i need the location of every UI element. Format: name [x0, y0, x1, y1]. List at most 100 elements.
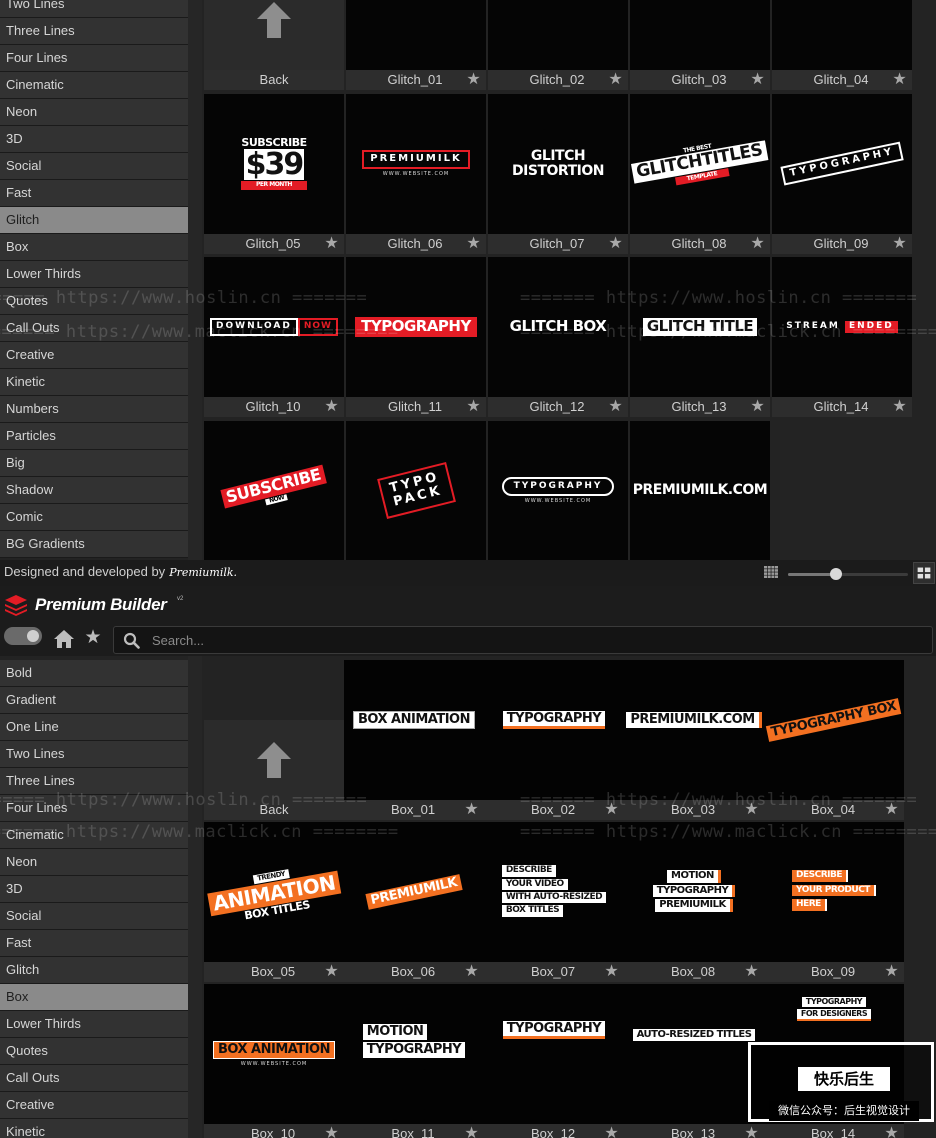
preset-thumbnail[interactable]: SUBSCRIBE $39 PER MONTH	[204, 93, 344, 234]
favorite-star-icon[interactable]: ★	[891, 235, 908, 252]
sidebar-item-two-lines[interactable]: Two Lines	[0, 741, 188, 768]
preset-tile[interactable]: AUTO-RESIZED TITLES Box_13 ★	[624, 984, 764, 1138]
favorite-star-icon[interactable]: ★	[465, 71, 482, 88]
preset-thumbnail[interactable]: TRENDY ANIMATION BOX TITLES	[204, 822, 344, 962]
mode-toggle[interactable]	[4, 627, 42, 645]
preset-thumbnail[interactable]: BOX ANIMATION	[344, 660, 484, 800]
sidebar-item-fast[interactable]: Fast	[0, 930, 188, 957]
preset-thumbnail[interactable]: TYPOGRAPHY	[484, 660, 624, 800]
preset-tile[interactable]: MOTION TYPOGRAPHY PREMIUMILK Box_08 ★	[624, 822, 764, 982]
preset-tile[interactable]: Glitch_04 ★	[772, 0, 912, 90]
large-grid-icon[interactable]	[913, 562, 935, 584]
preset-thumbnail[interactable]: PREMIUMILK WWW.WEBSITE.COM	[346, 93, 486, 234]
favorite-star-icon[interactable]: ★	[891, 398, 908, 415]
favorite-star-icon[interactable]: ★	[607, 71, 624, 88]
sidebar-item-3d[interactable]: 3D	[0, 876, 188, 903]
sidebar-item-cinematic[interactable]: Cinematic	[0, 822, 188, 849]
preset-thumbnail[interactable]: GLITCH DISTORTION	[488, 93, 628, 234]
sidebar-scrollbar-2[interactable]	[188, 656, 202, 1138]
sidebar-item-bold[interactable]: Bold	[0, 660, 188, 687]
zoom-slider-handle[interactable]	[830, 568, 842, 580]
preset-tile[interactable]: Glitch_01 ★	[346, 0, 486, 90]
preset-tile[interactable]: Glitch_02 ★	[488, 0, 628, 90]
preset-tile[interactable]: PREMIUMILK Box_06 ★	[344, 822, 484, 982]
favorite-star-icon[interactable]: ★	[749, 235, 766, 252]
preset-thumbnail[interactable]	[772, 0, 912, 70]
sidebar-item-lower-thirds[interactable]: Lower Thirds	[0, 1011, 188, 1038]
preset-thumbnail[interactable]: MOTION TYPOGRAPHY PREMIUMILK	[624, 822, 764, 962]
sidebar-item-fast[interactable]: Fast	[0, 180, 188, 207]
preset-tile[interactable]: TYPOGRAPHY BOX Box_04 ★	[764, 660, 904, 820]
sidebar-item-neon[interactable]: Neon	[0, 849, 188, 876]
sidebar-item-one-line[interactable]: One Line	[0, 714, 188, 741]
back-thumbnail[interactable]	[204, 720, 344, 800]
preset-thumbnail[interactable]: TYPOGRAPHY WWW.WEBSITE.COM	[488, 420, 628, 560]
small-grid-icon[interactable]	[764, 566, 778, 578]
favorite-star-icon[interactable]: ★	[749, 398, 766, 415]
sidebar-item-comic[interactable]: Comic	[0, 504, 188, 531]
preset-thumbnail[interactable]: DESCRIBE YOUR PRODUCT HERE	[764, 822, 904, 962]
sidebar-item-four-lines[interactable]: Four Lines	[0, 45, 188, 72]
preset-tile[interactable]: GLITCH BOX Glitch_12 ★	[488, 257, 628, 417]
preset-tile[interactable]: SUBSCRIBENOWGlitch_15★	[204, 420, 344, 560]
preset-thumbnail[interactable]: THE BEST GLITCHTITLES TEMPLATE	[630, 93, 770, 234]
sidebar-item-glitch[interactable]: Glitch	[0, 957, 188, 984]
favorite-star-icon[interactable]: ★	[891, 71, 908, 88]
preset-tile[interactable]: TYPOPACKGlitch_16★	[346, 420, 486, 560]
favorite-star-icon[interactable]: ★	[323, 1125, 340, 1138]
preset-thumbnail[interactable]: AUTO-RESIZED TITLES	[624, 984, 764, 1124]
preset-tile[interactable]: TYPOGRAPHYWWW.WEBSITE.COMGlitch_17★	[488, 420, 628, 560]
preset-thumbnail[interactable]: DESCRIBE YOUR VIDEO WITH AUTO-RESIZED BOX T…	[484, 822, 624, 962]
preset-thumbnail[interactable]: PREMIUMILK	[344, 822, 484, 962]
sidebar-item-social[interactable]: Social	[0, 153, 188, 180]
sidebar-item-four-lines[interactable]: Four Lines	[0, 795, 188, 822]
preset-tile[interactable]: BOX ANIMATION Box_01 ★	[344, 660, 484, 820]
preset-thumbnail[interactable]: GLITCH TITLE	[630, 257, 770, 397]
favorite-star-icon[interactable]: ★	[463, 963, 480, 980]
favorite-star-icon[interactable]: ★	[883, 1125, 900, 1138]
preset-thumbnail[interactable]: GLITCH	[630, 0, 770, 70]
sidebar-item-big[interactable]: Big	[0, 450, 188, 477]
home-icon[interactable]	[54, 630, 74, 648]
preset-thumbnail[interactable]: GLITCH BOX	[488, 257, 628, 397]
sidebar-item-creative[interactable]: Creative	[0, 1092, 188, 1119]
favorite-star-icon[interactable]: ★	[465, 235, 482, 252]
favorite-star-icon[interactable]: ★	[883, 963, 900, 980]
preset-thumbnail[interactable]: MOTION TYPOGRAPHY	[344, 984, 484, 1124]
preset-thumbnail[interactable]: DOWNLOAD NOW	[204, 257, 344, 397]
preset-tile[interactable]: DESCRIBE YOUR PRODUCT HERE Box_09 ★	[764, 822, 904, 982]
sidebar-item-quotes[interactable]: Quotes	[0, 288, 188, 315]
sidebar-item-neon[interactable]: Neon	[0, 99, 188, 126]
preset-tile[interactable]: THE BEST GLITCHTITLES TEMPLATE Glitch_08 ★	[630, 93, 770, 254]
preset-tile[interactable]: PREMIUMILK WWW.WEBSITE.COM Glitch_06 ★	[346, 93, 486, 254]
preset-thumbnail[interactable]: TYPOGRAPHY	[772, 93, 912, 234]
favorites-star-icon[interactable]: ★	[83, 628, 103, 648]
sidebar-item-call-outs[interactable]: Call Outs	[0, 1065, 188, 1092]
preset-thumbnail[interactable]: TYPOGRAPHY	[484, 984, 624, 1124]
sidebar-item-particles[interactable]: Particles	[0, 423, 188, 450]
sidebar-item-shadow[interactable]: Shadow	[0, 477, 188, 504]
favorite-star-icon[interactable]: ★	[323, 963, 340, 980]
preset-tile[interactable]: BOX ANIMATION WWW.WEBSITE.COM Box_10 ★	[204, 984, 344, 1138]
premiumilk-signature[interactable]: Premiumilk.	[169, 566, 237, 579]
preset-tile[interactable]: SUBSCRIBE $39 PER MONTH Glitch_05 ★	[204, 93, 344, 254]
back-thumbnail[interactable]	[204, 0, 344, 70]
preset-tile[interactable]: TRENDY ANIMATION BOX TITLES Box_05 ★	[204, 822, 344, 982]
preset-thumbnail[interactable]: TYPO PACK	[346, 420, 486, 560]
sidebar-item-three-lines[interactable]: Three Lines	[0, 768, 188, 795]
sidebar-item-creative[interactable]: Creative	[0, 342, 188, 369]
back-tile[interactable]: Back	[204, 720, 344, 820]
preset-tile[interactable]: GLITCH Glitch_03 ★	[630, 0, 770, 90]
preset-thumbnail[interactable]	[488, 0, 628, 70]
sidebar-item-three-lines[interactable]: Three Lines	[0, 18, 188, 45]
search-input[interactable]	[152, 629, 912, 651]
sidebar-item-quotes[interactable]: Quotes	[0, 1038, 188, 1065]
sidebar-item-gradient[interactable]: Gradient	[0, 687, 188, 714]
preset-thumbnail[interactable]: PREMIUMILK.COM	[630, 420, 770, 560]
preset-tile[interactable]: PREMIUMILK.COM Box_03 ★	[624, 660, 764, 820]
search-box[interactable]	[113, 626, 933, 654]
preset-tile[interactable]: GLITCH DISTORTION Glitch_07 ★	[488, 93, 628, 254]
preset-thumbnail[interactable]: TYPOGRAPHY BOX	[764, 660, 904, 800]
zoom-slider[interactable]	[788, 568, 908, 580]
favorite-star-icon[interactable]: ★	[323, 398, 340, 415]
